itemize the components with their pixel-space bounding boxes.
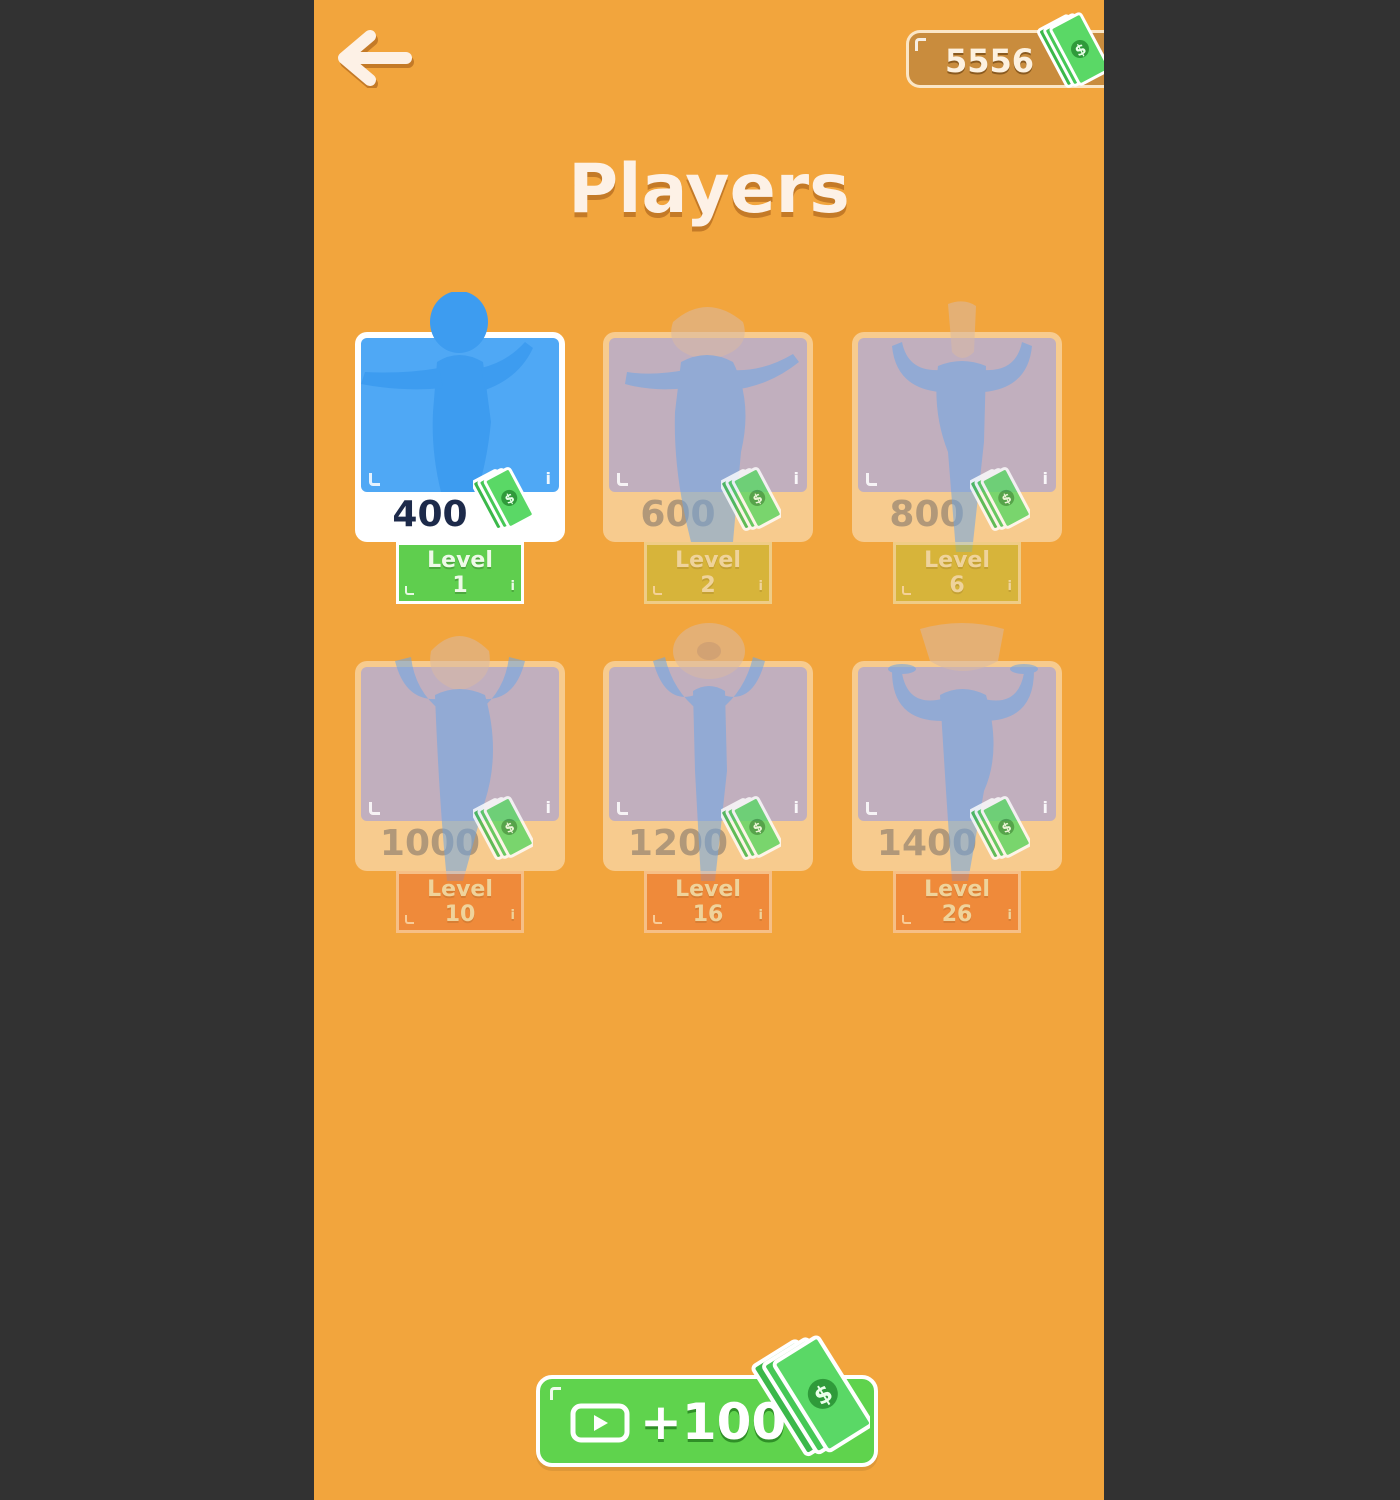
level-requirement-badge: Level 16 i xyxy=(644,871,772,933)
corner-decoration xyxy=(369,473,380,486)
level-number: 10 xyxy=(444,902,476,927)
card-frame: i 1400 xyxy=(852,661,1062,871)
cash-stack-icon: $ xyxy=(1037,11,1104,95)
level-requirement-badge: Level 2 i xyxy=(644,542,772,604)
balance-value: 5556 xyxy=(945,42,1035,80)
corner-decoration xyxy=(653,915,662,924)
cash-stack-icon: $ xyxy=(750,1331,873,1465)
level-number: 6 xyxy=(949,573,965,598)
corner-decoration xyxy=(617,473,628,486)
cash-stack-icon: $ xyxy=(968,793,1032,867)
info-icon: i xyxy=(758,908,763,923)
level-label: Level xyxy=(924,548,990,573)
info-icon: i xyxy=(510,908,515,923)
info-icon: i xyxy=(1042,798,1048,817)
level-requirement-badge: Level 6 i xyxy=(893,542,1021,604)
page-title: Players xyxy=(568,150,850,229)
card-frame: i 1200 xyxy=(603,661,813,871)
card-frame: i 800 xyxy=(852,332,1062,542)
player-price: 400 xyxy=(392,494,468,535)
corner-decoration xyxy=(653,586,662,595)
level-number: 16 xyxy=(692,902,724,927)
video-play-icon xyxy=(570,1403,630,1443)
corner-decoration xyxy=(405,915,414,924)
corner-decoration xyxy=(369,802,380,815)
cash-stack-icon: $ xyxy=(471,464,535,538)
corner-decoration xyxy=(405,586,414,595)
player-price: 600 xyxy=(640,494,716,535)
watch-ad-reward-button[interactable]: +100 $ xyxy=(536,1335,878,1467)
level-number: 2 xyxy=(700,573,716,598)
corner-decoration xyxy=(902,915,911,924)
corner-decoration xyxy=(915,38,926,51)
level-requirement-badge: Level 1 i xyxy=(396,542,524,604)
corner-decoration xyxy=(550,1387,561,1400)
level-label: Level xyxy=(427,877,493,902)
level-number: 26 xyxy=(941,902,973,927)
card-frame: i 600 xyxy=(603,332,813,542)
info-icon: i xyxy=(545,798,551,817)
level-requirement-badge: Level 26 i xyxy=(893,871,1021,933)
info-icon: i xyxy=(1007,579,1012,594)
info-icon: i xyxy=(758,579,763,594)
info-icon: i xyxy=(1042,469,1048,488)
info-icon: i xyxy=(793,469,799,488)
cash-stack-icon: $ xyxy=(471,793,535,867)
corner-decoration xyxy=(866,473,877,486)
cash-stack-icon: $ xyxy=(719,793,783,867)
back-button[interactable] xyxy=(334,28,414,90)
card-frame: i 400 xyxy=(355,332,565,542)
info-icon: i xyxy=(510,579,515,594)
info-icon: i xyxy=(1007,908,1012,923)
back-arrow-icon xyxy=(338,30,414,90)
level-label: Level xyxy=(924,877,990,902)
info-icon: i xyxy=(793,798,799,817)
level-requirement-badge: Level 10 i xyxy=(396,871,524,933)
cash-stack-icon: $ xyxy=(968,464,1032,538)
level-label: Level xyxy=(675,877,741,902)
player-price: 1200 xyxy=(627,823,729,864)
corner-decoration xyxy=(866,802,877,815)
player-price: 1000 xyxy=(379,823,481,864)
level-label: Level xyxy=(427,548,493,573)
level-number: 1 xyxy=(452,573,468,598)
players-screen: 5556 $ Players i 400 $ Level 1 i i 600 $… xyxy=(314,0,1104,1500)
currency-balance: 5556 $ xyxy=(906,12,1104,88)
card-frame: i 1000 xyxy=(355,661,565,871)
corner-decoration xyxy=(902,586,911,595)
player-price: 1400 xyxy=(876,823,978,864)
info-icon: i xyxy=(545,469,551,488)
player-price: 800 xyxy=(889,494,965,535)
cash-stack-icon: $ xyxy=(719,464,783,538)
level-label: Level xyxy=(675,548,741,573)
corner-decoration xyxy=(617,802,628,815)
